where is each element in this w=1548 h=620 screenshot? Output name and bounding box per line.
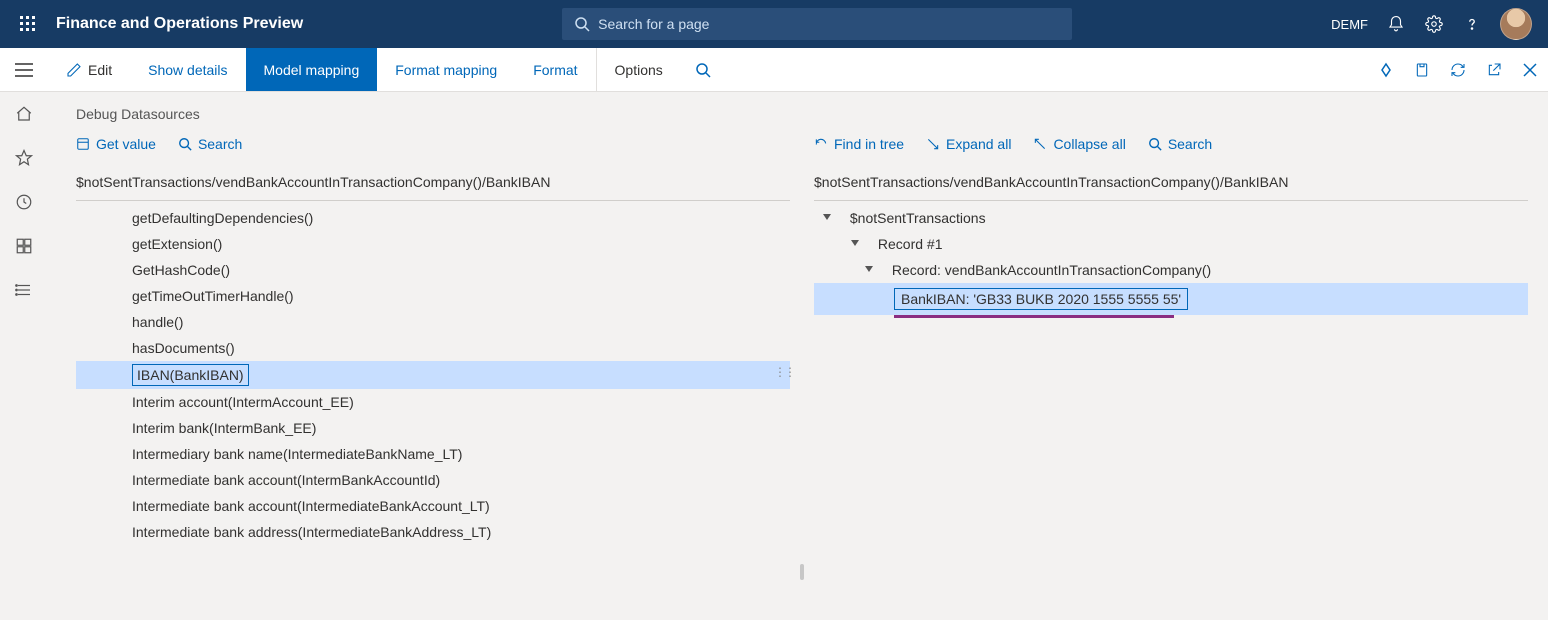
tree-node-label: Record: vendBankAccountInTransactionComp… bbox=[892, 262, 1211, 278]
tree-node-leaf-selected[interactable]: BankIBAN: 'GB33 BUKB 2020 1555 5555 55' bbox=[814, 283, 1528, 315]
scroll-indicator[interactable] bbox=[800, 564, 804, 580]
tree-node-label: BankIBAN: 'GB33 BUKB 2020 1555 5555 55' bbox=[894, 288, 1188, 310]
tree-row[interactable]: Intermediate bank account(IntermBankAcco… bbox=[76, 467, 790, 493]
tree-row[interactable]: Intermediate bank address(IntermediateBa… bbox=[76, 519, 790, 545]
show-details-button[interactable]: Show details bbox=[130, 48, 245, 91]
right-path: $notSentTransactions/vendBankAccountInTr… bbox=[814, 166, 1528, 200]
tree-node-label: $notSentTransactions bbox=[850, 210, 986, 226]
tree-row-label: IBAN(BankIBAN) bbox=[132, 364, 249, 386]
tree-node-record[interactable]: Record #1 bbox=[814, 231, 1528, 257]
close-icon[interactable] bbox=[1522, 62, 1538, 78]
home-icon[interactable] bbox=[14, 104, 34, 124]
tree-row[interactable]: IBAN(BankIBAN) bbox=[76, 361, 790, 389]
expand-all-label: Expand all bbox=[946, 136, 1011, 152]
format-mapping-tab[interactable]: Format mapping bbox=[377, 48, 515, 91]
left-path: $notSentTransactions/vendBankAccountInTr… bbox=[76, 166, 790, 200]
format-tab[interactable]: Format bbox=[515, 48, 595, 91]
splitter-handle[interactable]: ⋮⋮ bbox=[774, 365, 794, 379]
find-in-tree-button[interactable]: Find in tree bbox=[814, 136, 904, 152]
refresh-tree-icon bbox=[814, 137, 828, 151]
left-search-label: Search bbox=[198, 136, 242, 152]
expand-all-button[interactable]: Expand all bbox=[926, 136, 1011, 152]
page-title: Debug Datasources bbox=[48, 92, 1548, 130]
search-icon bbox=[574, 16, 590, 32]
tree-node-root[interactable]: $notSentTransactions bbox=[814, 205, 1528, 231]
get-value-label: Get value bbox=[96, 136, 156, 152]
tree-row[interactable]: Interim account(IntermAccount_EE) bbox=[76, 389, 790, 415]
app-launcher-icon[interactable] bbox=[8, 16, 48, 32]
get-value-icon bbox=[76, 137, 90, 151]
action-search-icon[interactable] bbox=[681, 48, 725, 91]
modules-icon[interactable] bbox=[14, 280, 34, 300]
divider bbox=[814, 200, 1528, 201]
tree-row[interactable]: Intermediary bank name(IntermediateBankN… bbox=[76, 441, 790, 467]
collapse-all-button[interactable]: Collapse all bbox=[1033, 136, 1125, 152]
left-search-button[interactable]: Search bbox=[178, 136, 242, 152]
global-search[interactable] bbox=[562, 8, 1072, 40]
user-avatar[interactable] bbox=[1500, 8, 1532, 40]
tree-row[interactable]: getExtension() bbox=[76, 231, 790, 257]
refresh-icon[interactable] bbox=[1450, 62, 1466, 78]
options-menu[interactable]: Options bbox=[596, 48, 681, 91]
company-selector[interactable]: DEMF bbox=[1331, 17, 1368, 32]
notifications-icon[interactable] bbox=[1386, 14, 1406, 34]
gear-icon[interactable] bbox=[1424, 14, 1444, 34]
divider bbox=[76, 200, 790, 201]
diamond-icon[interactable] bbox=[1378, 62, 1394, 78]
nav-hamburger-icon[interactable] bbox=[0, 48, 48, 91]
find-in-tree-label: Find in tree bbox=[834, 136, 904, 152]
search-icon bbox=[1148, 137, 1162, 151]
search-icon bbox=[178, 137, 192, 151]
collapse-all-label: Collapse all bbox=[1053, 136, 1125, 152]
help-icon[interactable] bbox=[1462, 14, 1482, 34]
expander-icon[interactable] bbox=[850, 239, 864, 249]
collapse-icon bbox=[1033, 137, 1047, 151]
right-search-button[interactable]: Search bbox=[1148, 136, 1212, 152]
get-value-button[interactable]: Get value bbox=[76, 136, 156, 152]
edit-button[interactable]: Edit bbox=[48, 48, 130, 91]
tree-row[interactable]: getTimeOutTimerHandle() bbox=[76, 283, 790, 309]
expand-icon bbox=[926, 137, 940, 151]
tree-node-label: Record #1 bbox=[878, 236, 943, 252]
popout-icon[interactable] bbox=[1486, 62, 1502, 78]
right-search-label: Search bbox=[1168, 136, 1212, 152]
recent-icon[interactable] bbox=[14, 192, 34, 212]
tree-row[interactable]: handle() bbox=[76, 309, 790, 335]
tree-row[interactable]: Intermediate bank account(IntermediateBa… bbox=[76, 493, 790, 519]
workspaces-icon[interactable] bbox=[14, 236, 34, 256]
model-mapping-tab[interactable]: Model mapping bbox=[246, 48, 378, 91]
tree-row[interactable]: getDefaultingDependencies() bbox=[76, 205, 790, 231]
favorites-icon[interactable] bbox=[14, 148, 34, 168]
pencil-icon bbox=[66, 62, 82, 78]
tree-row[interactable]: Interim bank(IntermBank_EE) bbox=[76, 415, 790, 441]
tree-row[interactable]: hasDocuments() bbox=[76, 335, 790, 361]
expander-icon[interactable] bbox=[864, 265, 878, 275]
annotation-underline bbox=[894, 315, 1174, 318]
attachments-icon[interactable] bbox=[1414, 62, 1430, 78]
expander-icon[interactable] bbox=[822, 213, 836, 223]
edit-label: Edit bbox=[88, 62, 112, 78]
app-title: Finance and Operations Preview bbox=[48, 15, 303, 33]
tree-node-subrecord[interactable]: Record: vendBankAccountInTransactionComp… bbox=[814, 257, 1528, 283]
global-search-input[interactable] bbox=[598, 16, 1060, 32]
tree-row[interactable]: GetHashCode() bbox=[76, 257, 790, 283]
